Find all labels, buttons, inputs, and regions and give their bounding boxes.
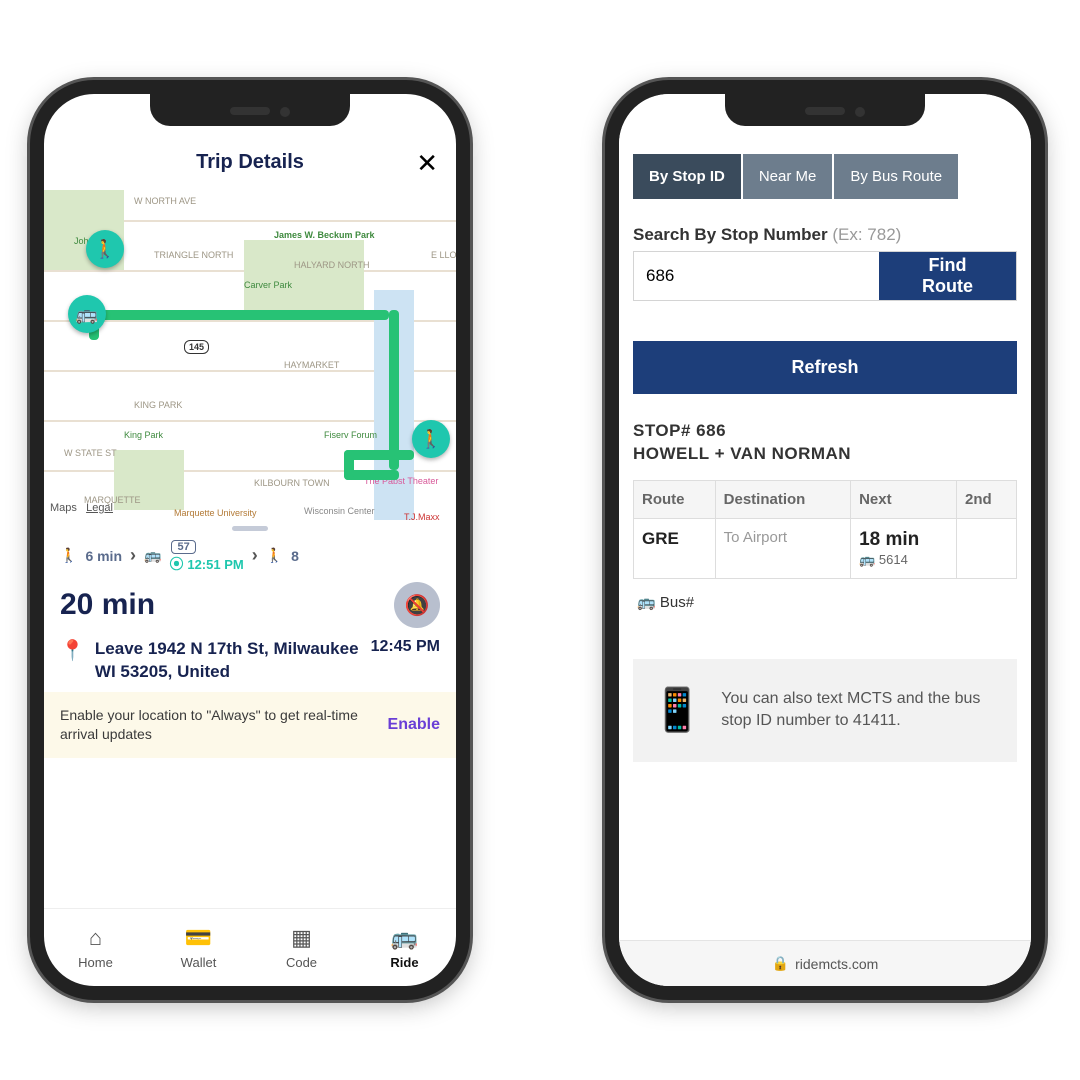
map-label: HAYMARKET [284, 360, 339, 370]
tab-by-bus-route[interactable]: By Bus Route [834, 154, 960, 199]
map-label: KING PARK [134, 400, 182, 410]
realtime-icon: ⦿ [169, 556, 183, 572]
bus-icon: 🚌 [637, 594, 656, 611]
tab-near-me[interactable]: Near Me [743, 154, 835, 199]
refresh-button[interactable]: Refresh [633, 341, 1017, 394]
tab-wallet[interactable]: 💳 Wallet [147, 909, 250, 986]
lock-icon: 🔒 [772, 955, 789, 972]
qr-code-icon: ▦ [291, 925, 312, 951]
bottom-tab-bar: ⌂ Home 💳 Wallet ▦ Code 🚌 Ride [44, 908, 456, 986]
enable-button[interactable]: Enable [388, 714, 440, 736]
trip-steps-summary: 🚶 6 min › 🚌 57 ⦿ 12:51 PM › 🚶 8 [44, 533, 456, 578]
map-label: KILBOURN TOWN [254, 478, 330, 488]
trip-details-header: Trip Details ✕ [44, 134, 456, 190]
wallet-icon: 💳 [185, 925, 212, 951]
tab-ride[interactable]: 🚌 Ride [353, 909, 456, 986]
cell-route: GRE [634, 518, 716, 578]
trip-map[interactable]: W NORTH AVE James W. Beckum Park TRIANGL… [44, 190, 456, 520]
lookup-mode-tabs: By Stop ID Near Me By Bus Route [633, 154, 1017, 199]
walk-start-pin[interactable]: 🚶 [86, 230, 124, 268]
walk2-duration: 8 [291, 548, 299, 564]
tab-home[interactable]: ⌂ Home [44, 909, 147, 986]
bus-icon: 🚌 [144, 547, 161, 564]
bus-route-badge: 57 [171, 540, 195, 554]
walk-icon: 🚶 [266, 547, 283, 564]
map-attribution: Maps Legal [50, 502, 113, 514]
table-row[interactable]: GRE To Airport 18 min 🚌 5614 [634, 518, 1017, 578]
map-label: E LLO [431, 250, 456, 260]
close-icon[interactable]: ✕ [416, 148, 438, 179]
trip-first-step[interactable]: 📍 Leave 1942 N 17th St, Milwaukee WI 532… [44, 630, 456, 692]
bell-off-icon: 🔕 [405, 593, 430, 618]
banner-message: Enable your location to "Always" to get … [60, 706, 372, 744]
chevron-right-icon: › [130, 545, 136, 566]
sms-tip: 📱 You can also text MCTS and the bus sto… [633, 659, 1017, 762]
chevron-right-icon: › [252, 545, 258, 566]
bus-boarding-pin[interactable]: 🚌 [68, 295, 106, 333]
leave-address: Leave 1942 N 17th St, Milwaukee WI 53205… [95, 638, 361, 684]
route-shield: 145 [184, 340, 209, 354]
tab-code[interactable]: ▦ Code [250, 909, 353, 986]
page-title: Trip Details [196, 151, 304, 174]
map-label: Carver Park [244, 280, 292, 290]
location-permission-banner: Enable your location to "Always" to get … [44, 692, 456, 758]
location-pin-icon: 📍 [60, 638, 85, 663]
cell-second [957, 518, 1017, 578]
map-label: T.J.Maxx [404, 512, 440, 520]
cell-destination: To Airport [715, 518, 850, 578]
leave-time: 12:45 PM [371, 638, 440, 656]
sheet-drag-handle[interactable] [44, 520, 456, 533]
map-label: Fiserv Forum [324, 430, 377, 440]
tab-by-stop-id[interactable]: By Stop ID [633, 154, 743, 199]
map-label: Marquette University [174, 508, 257, 518]
table-header-row: Route Destination Next 2nd [634, 480, 1017, 518]
find-route-button[interactable]: Find Route [879, 252, 1016, 300]
walk-end-pin[interactable]: 🚶 [412, 420, 450, 458]
map-label: W STATE ST [64, 448, 117, 458]
map-label: Wisconsin Center [304, 506, 375, 516]
cell-next: 18 min 🚌 5614 [851, 518, 957, 578]
notifications-toggle[interactable]: 🔕 [394, 582, 440, 628]
map-label: King Park [124, 430, 163, 440]
phone-icon: 📱 [651, 681, 703, 740]
bus-depart-time: 12:51 PM [187, 557, 243, 572]
map-label: W NORTH AVE [134, 196, 196, 206]
bus-number-legend: 🚌 Bus# [619, 579, 1031, 625]
sms-tip-text: You can also text MCTS and the bus stop … [721, 688, 999, 733]
arrivals-table: Route Destination Next 2nd GRE To Airpor… [633, 480, 1017, 579]
bus-icon: 🚌 [859, 552, 875, 567]
stop-number-input[interactable] [634, 252, 879, 300]
search-label: Search By Stop Number (Ex: 782) [619, 199, 1031, 251]
map-label: TRIANGLE NORTH [154, 250, 233, 260]
current-url: ridemcts.com [795, 956, 878, 972]
home-icon: ⌂ [89, 925, 102, 951]
stop-heading: STOP# 686 HOWELL + VAN NORMAN [619, 414, 1031, 480]
map-label: HALYARD NORTH [294, 260, 370, 270]
browser-url-bar[interactable]: 🔒 ridemcts.com [619, 940, 1031, 986]
map-label: James W. Beckum Park [274, 230, 375, 240]
bus-icon: 🚌 [391, 925, 418, 951]
walk1-duration: 6 min [85, 548, 122, 564]
total-duration: 20 min [60, 588, 382, 622]
walk-icon: 🚶 [60, 547, 77, 564]
